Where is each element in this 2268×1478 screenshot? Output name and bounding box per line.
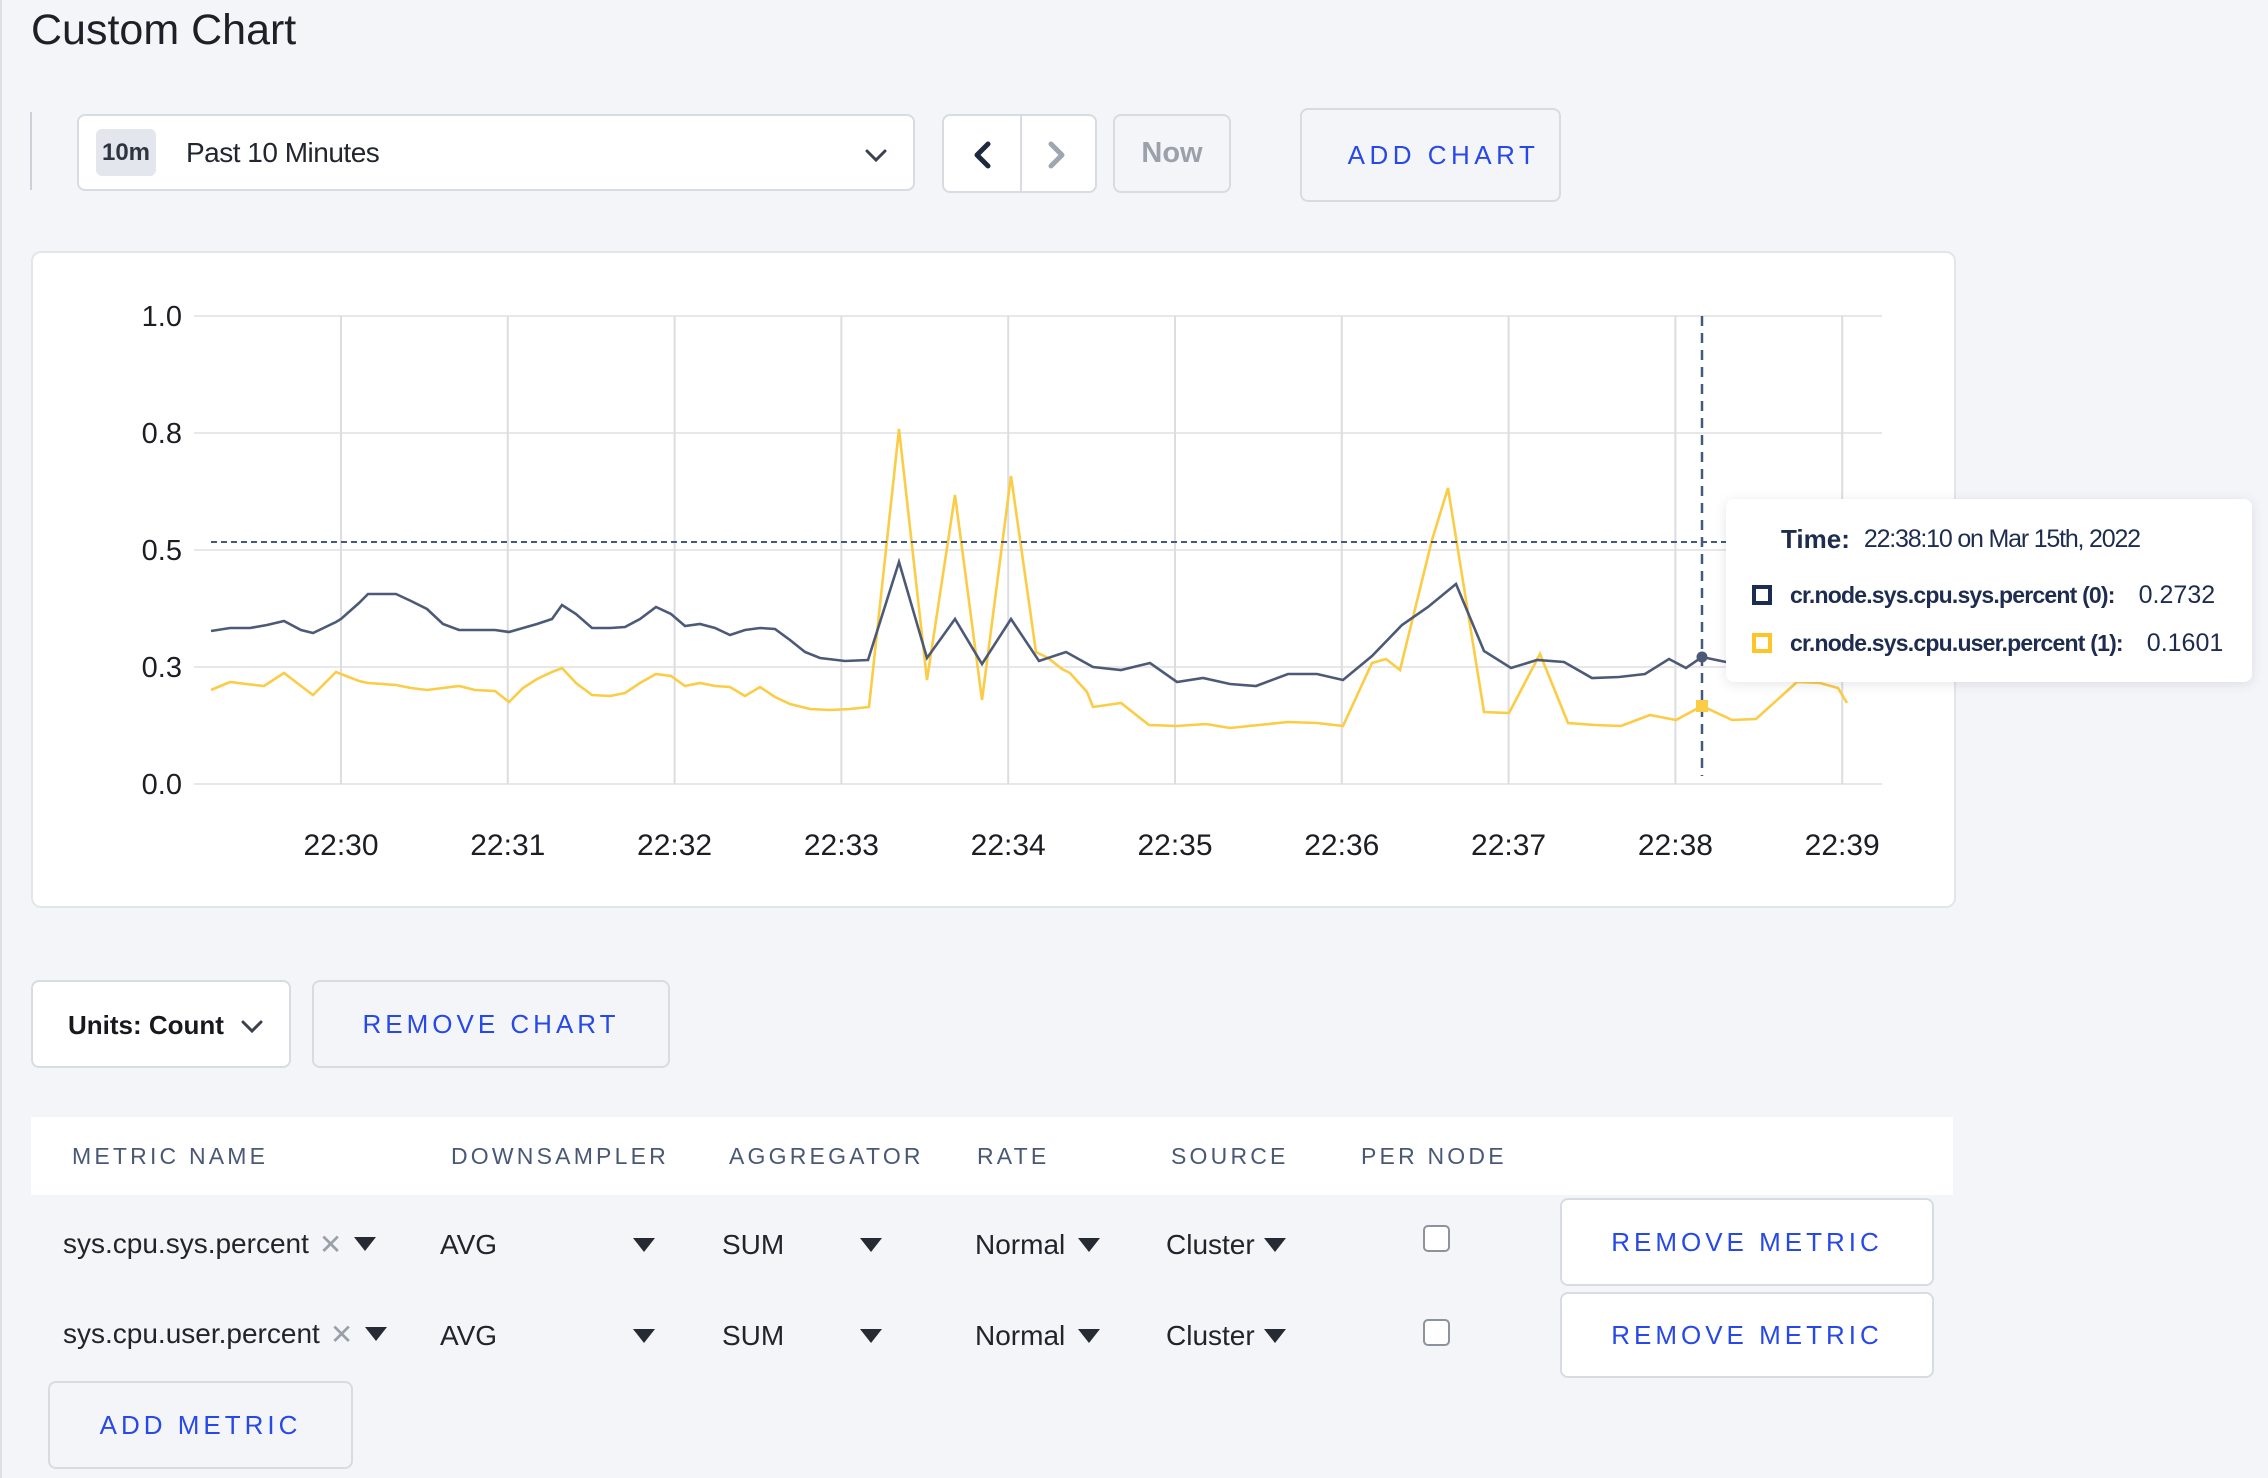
svg-text:0.3: 0.3	[142, 652, 182, 684]
svg-text:0.5: 0.5	[142, 535, 182, 567]
svg-text:22:32: 22:32	[637, 829, 712, 862]
svg-text:22:36: 22:36	[1304, 829, 1379, 862]
svg-text:0.8: 0.8	[142, 418, 182, 450]
svg-text:22:33: 22:33	[804, 829, 879, 862]
svg-text:22:39: 22:39	[1805, 829, 1880, 862]
svg-text:22:35: 22:35	[1137, 829, 1212, 862]
svg-text:22:31: 22:31	[470, 829, 545, 862]
svg-text:1.0: 1.0	[142, 301, 182, 333]
svg-text:0.0: 0.0	[142, 769, 182, 801]
svg-text:22:30: 22:30	[303, 829, 378, 862]
svg-text:22:38: 22:38	[1638, 829, 1713, 862]
svg-text:22:37: 22:37	[1471, 829, 1546, 862]
svg-text:22:34: 22:34	[971, 829, 1046, 862]
